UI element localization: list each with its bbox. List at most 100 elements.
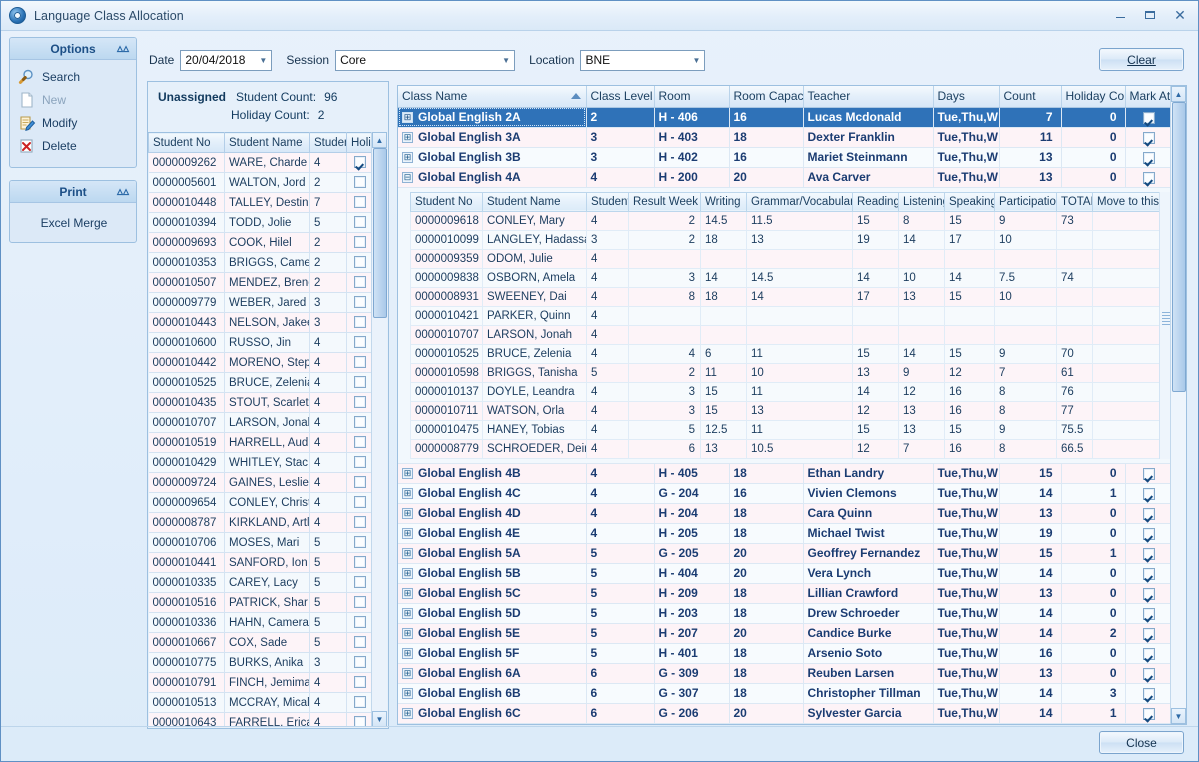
cell-mark-attend[interactable] [1125,603,1172,623]
holiday-checkbox[interactable] [354,556,366,568]
col-student-level[interactable]: Student l [310,133,347,153]
detail-col-5[interactable]: Grammar/Vocabulary [747,192,853,211]
cell-holiday[interactable] [347,433,373,453]
cell-mark-attend[interactable] [1125,703,1172,723]
cell-mark-attend[interactable] [1125,643,1172,663]
detail-col-3[interactable]: Result Week [629,192,701,211]
cell-class-name[interactable]: ⊞Global English 6B [398,683,586,703]
col-room[interactable]: Room [654,86,729,107]
col-teacher[interactable]: Teacher [803,86,933,107]
class-row[interactable]: ⊞Global English 4D4H - 20418Cara QuinnTu… [398,503,1172,523]
detail-col-2[interactable]: Student [587,192,629,211]
mark-attend-checkbox[interactable] [1143,688,1155,700]
holiday-checkbox[interactable] [354,316,366,328]
mark-attend-checkbox[interactable] [1143,628,1155,640]
chevron-down-icon[interactable]: ▼ [498,51,514,70]
class-row[interactable]: ⊞Global English 4B4H - 40518Ethan Landry… [398,463,1172,483]
cell-mark-attend[interactable] [1125,463,1172,483]
detail-row[interactable]: 0000008931SWEENEY, Dai48181417131510 [411,287,1173,306]
unassigned-row[interactable]: 0000010643FARRELL, Erica4 [149,713,373,728]
cell-holiday[interactable] [347,573,373,593]
unassigned-row[interactable]: 0000010706MOSES, Mari5 [149,533,373,553]
col-student-no[interactable]: Student No [149,133,225,153]
unassigned-row[interactable]: 0000010353BRIGGS, Camer2 [149,253,373,273]
scroll-down-button[interactable]: ▼ [1171,708,1186,724]
scroll-up-button[interactable]: ▲ [372,132,387,148]
cell-mark-attend[interactable] [1125,543,1172,563]
plus-box-icon[interactable]: ⊞ [402,528,413,539]
detail-row[interactable]: 0000009618CONLEY, Mary4214.511.515815973 [411,211,1173,230]
cell-holiday[interactable] [347,453,373,473]
holiday-checkbox[interactable] [354,236,366,248]
detail-col-10[interactable]: TOTAL [1057,192,1093,211]
holiday-checkbox[interactable] [354,576,366,588]
holiday-checkbox[interactable] [354,456,366,468]
plus-box-icon[interactable]: ⊞ [402,628,413,639]
detail-row[interactable]: 0000009838OSBORN, Amela431414.51410147.5… [411,268,1173,287]
detail-col-8[interactable]: Speaking [945,192,995,211]
cell-class-name[interactable]: ⊟Global English 4A [398,167,586,187]
cell-class-name[interactable]: ⊞Global English 5B [398,563,586,583]
holiday-checkbox[interactable] [354,156,366,168]
col-mark-attend[interactable]: Mark Attend [1125,86,1172,107]
cell-holiday[interactable] [347,233,373,253]
options-item-new[interactable]: New [18,90,130,110]
cell-holiday[interactable] [347,693,373,713]
cell-class-name[interactable]: ⊞Global English 5D [398,603,586,623]
detail-row[interactable]: 0000010421PARKER, Quinn4 [411,306,1173,325]
plus-box-icon[interactable]: ⊞ [402,112,413,123]
options-item-delete[interactable]: Delete [18,136,130,156]
unassigned-row[interactable]: 0000010775BURKS, Anika3 [149,653,373,673]
cell-holiday[interactable] [347,293,373,313]
cell-class-name[interactable]: ⊞Global English 6A [398,663,586,683]
holiday-checkbox[interactable] [354,636,366,648]
detail-row[interactable]: 0000010707LARSON, Jonah4 [411,325,1173,344]
class-row[interactable]: ⊞Global English 3B3H - 40216Mariet Stein… [398,147,1172,167]
cell-holiday[interactable] [347,473,373,493]
cell-holiday[interactable] [347,653,373,673]
detail-col-7[interactable]: Listening [899,192,945,211]
unassigned-row[interactable]: 0000010507MENDEZ, Brenc2 [149,273,373,293]
holiday-checkbox[interactable] [354,256,366,268]
unassigned-row[interactable]: 0000010667COX, Sade5 [149,633,373,653]
detail-row[interactable]: 0000010137DOYLE, Leandra431511141216876 [411,382,1173,401]
detail-row[interactable]: 0000008779SCHROEDER, Deirc461310.5127168… [411,439,1173,458]
detail-row[interactable]: 0000010525BRUCE, Zelenia44611151415970 [411,344,1173,363]
cell-mark-attend[interactable] [1125,523,1172,543]
unassigned-row[interactable]: 0000010335CAREY, Lacy5 [149,573,373,593]
scroll-thumb[interactable] [373,148,387,318]
cell-class-name[interactable]: ⊞Global English 3A [398,127,586,147]
cell-mark-attend[interactable] [1125,623,1172,643]
holiday-checkbox[interactable] [354,396,366,408]
scroll-thumb[interactable] [1172,102,1186,392]
detail-row[interactable]: 0000010711WATSON, Orla431513121316877 [411,401,1173,420]
col-days[interactable]: Days [933,86,999,107]
unassigned-row[interactable]: 0000010448TALLEY, Destin7 [149,193,373,213]
col-count[interactable]: Count [999,86,1061,107]
cell-holiday[interactable] [347,313,373,333]
cell-class-name[interactable]: ⊞Global English 6E [398,723,586,725]
classes-scrollbar[interactable]: ▲ ▼ [1170,86,1186,724]
unassigned-row[interactable]: 0000009724GAINES, Leslie4 [149,473,373,493]
plus-box-icon[interactable]: ⊞ [402,708,413,719]
class-row[interactable]: ⊞Global English 6C6G - 20620Sylvester Ga… [398,703,1172,723]
holiday-checkbox[interactable] [354,496,366,508]
cell-holiday[interactable] [347,713,373,728]
plus-box-icon[interactable]: ⊞ [402,648,413,659]
class-row[interactable]: ⊞Global English 5C5H - 20918Lillian Craw… [398,583,1172,603]
mark-attend-checkbox[interactable] [1143,648,1155,660]
mark-attend-checkbox[interactable] [1143,548,1155,560]
class-row[interactable]: ⊞Global English 5F5H - 40118Arsenio Soto… [398,643,1172,663]
clear-button[interactable]: Clear [1099,48,1184,71]
cell-mark-attend[interactable] [1125,107,1172,127]
class-row[interactable]: ⊟Global English 4A4H - 20020Ava CarverTu… [398,167,1172,187]
plus-box-icon[interactable]: ⊞ [402,508,413,519]
holiday-checkbox[interactable] [354,336,366,348]
class-row[interactable]: ⊞Global English 5B5H - 40420Vera LynchTu… [398,563,1172,583]
cell-class-name[interactable]: ⊞Global English 2A [398,107,586,127]
unassigned-row[interactable]: 0000009779WEBER, Jared3 [149,293,373,313]
close-button[interactable]: ✕ [1166,4,1194,26]
detail-row[interactable]: 0000010598BRIGGS, Tanisha52111013912761 [411,363,1173,382]
plus-box-icon[interactable]: ⊞ [402,588,413,599]
holiday-checkbox[interactable] [354,516,366,528]
